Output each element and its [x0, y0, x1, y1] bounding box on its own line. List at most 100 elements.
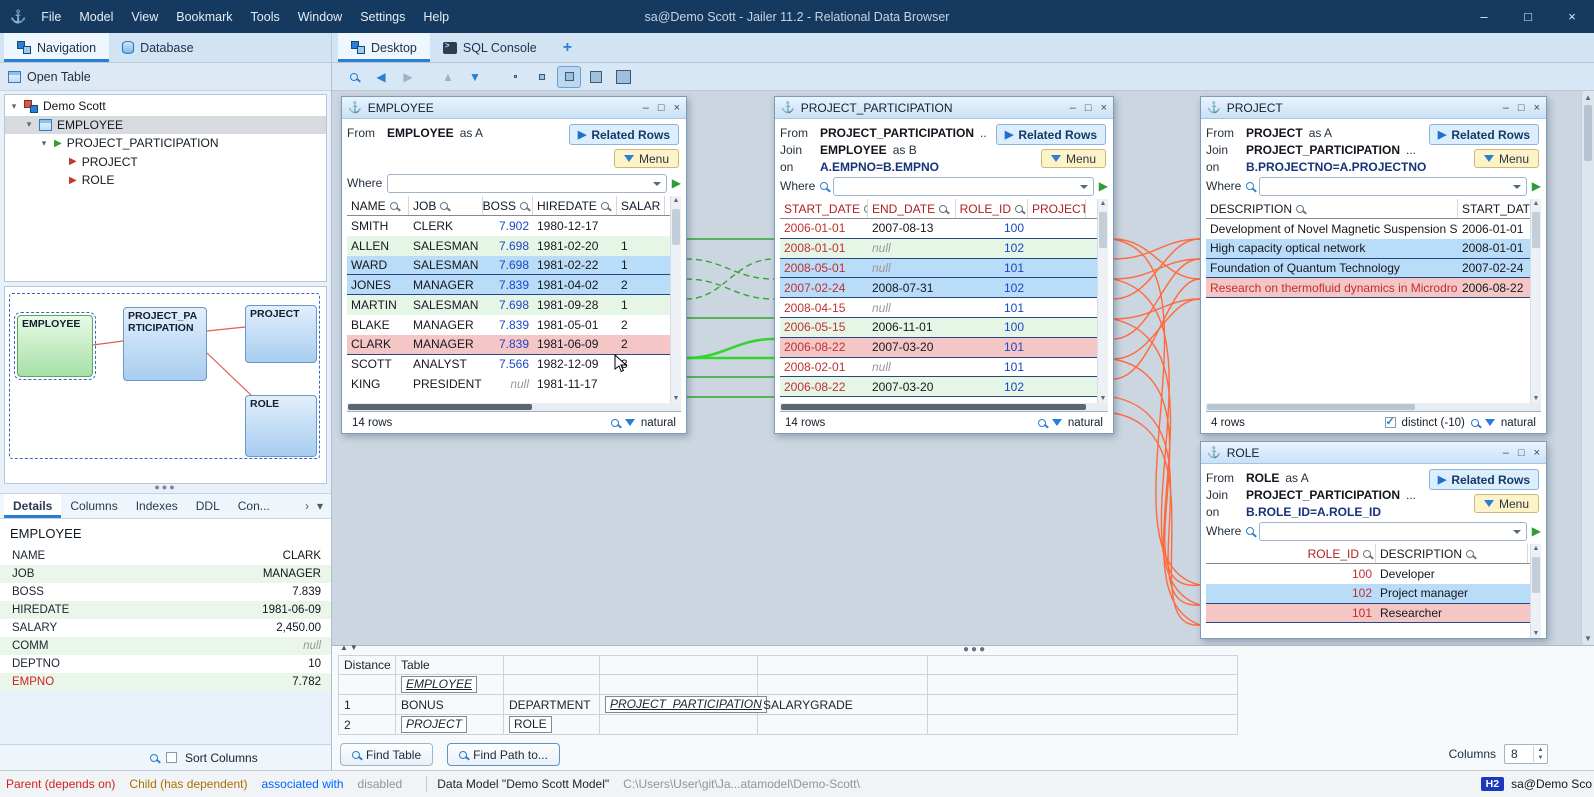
- table-row[interactable]: 2008-01-01null102: [780, 239, 1108, 259]
- closure-table-salarygrade[interactable]: SALARYGRADE: [763, 698, 853, 712]
- window-titlebar[interactable]: PROJECT_PARTICIPATION–□×: [775, 97, 1113, 119]
- back-button[interactable]: ◀: [369, 66, 393, 88]
- expander-icon[interactable]: ▾: [24, 119, 34, 130]
- tab-database[interactable]: Database: [109, 33, 207, 62]
- related-rows-button[interactable]: ▶Related Rows: [1429, 469, 1539, 490]
- where-condition-combo[interactable]: [1259, 177, 1526, 196]
- menu-button[interactable]: Menu: [1474, 494, 1539, 513]
- tab-overflow-more-icon[interactable]: ▾: [317, 499, 323, 513]
- run-icon[interactable]: ▶: [1532, 524, 1541, 538]
- close-button[interactable]: ×: [1101, 102, 1107, 114]
- column-header-hiredate[interactable]: HIREDATE: [533, 196, 617, 215]
- menu-file[interactable]: File: [32, 10, 70, 24]
- table-vertical-scrollbar[interactable]: ▲▼: [670, 196, 681, 403]
- menu-button[interactable]: Menu: [614, 149, 679, 168]
- layout-level-4-button[interactable]: [584, 66, 608, 88]
- closure-table-project[interactable]: PROJECT: [401, 716, 467, 733]
- table-row[interactable]: Research on thermofluid dynamics in Micr…: [1206, 278, 1541, 298]
- column-header-description[interactable]: DESCRIPTION: [1206, 199, 1458, 218]
- add-tab-button[interactable]: +: [550, 33, 585, 62]
- layout-level-5-button[interactable]: [611, 66, 635, 88]
- down-button[interactable]: ▼: [463, 66, 487, 88]
- menu-model[interactable]: Model: [70, 10, 122, 24]
- detail-tab-con[interactable]: Con...: [229, 494, 279, 518]
- menu-bookmark[interactable]: Bookmark: [167, 10, 241, 24]
- open-table-button[interactable]: Open Table: [8, 70, 91, 84]
- table-horizontal-scrollbar[interactable]: [347, 403, 681, 411]
- table-row[interactable]: 2007-02-242008-07-31102: [780, 278, 1108, 298]
- related-rows-button[interactable]: ▶Related Rows: [996, 124, 1106, 145]
- up-button[interactable]: ▲: [436, 66, 460, 88]
- table-row[interactable]: Development of Novel Magnetic Suspension…: [1206, 219, 1541, 239]
- table-vertical-scrollbar[interactable]: ▲▼: [1530, 199, 1541, 403]
- column-header-start-date[interactable]: START_DATE: [780, 199, 868, 218]
- menu-settings[interactable]: Settings: [351, 10, 414, 24]
- column-header-salar[interactable]: SALAR: [617, 196, 665, 215]
- table-vertical-scrollbar[interactable]: ▲▼: [1097, 199, 1108, 403]
- related-rows-button[interactable]: ▶Related Rows: [1429, 124, 1539, 145]
- find-table-button[interactable]: Find Table: [340, 743, 433, 766]
- minimize-button[interactable]: –: [1503, 102, 1509, 114]
- where-condition-combo[interactable]: [833, 177, 1093, 196]
- where-condition-combo[interactable]: [1259, 522, 1526, 541]
- close-button[interactable]: ×: [1550, 0, 1594, 33]
- search-icon[interactable]: [1471, 419, 1479, 427]
- run-icon[interactable]: ▶: [672, 176, 681, 190]
- distinct-checkbox[interactable]: [1385, 417, 1396, 428]
- menu-help[interactable]: Help: [414, 10, 458, 24]
- column-header-start-dat[interactable]: START_DAT: [1458, 199, 1536, 218]
- closure-table-employee[interactable]: EMPLOYEE: [401, 676, 477, 693]
- maximize-button[interactable]: □: [1518, 102, 1525, 114]
- detail-tab-details[interactable]: Details: [4, 494, 61, 518]
- minimize-button[interactable]: –: [1462, 0, 1506, 33]
- zoom-button[interactable]: [342, 66, 366, 88]
- table-horizontal-scrollbar[interactable]: [780, 403, 1108, 411]
- tab-overflow-next-icon[interactable]: ›: [305, 499, 309, 513]
- layout-level-2-button[interactable]: [530, 66, 554, 88]
- menu-button[interactable]: Menu: [1041, 149, 1106, 168]
- minimize-button[interactable]: –: [1503, 447, 1509, 459]
- table-row[interactable]: 2006-05-152006-11-01100: [780, 318, 1108, 338]
- diagram-node-project[interactable]: PROJECT: [245, 305, 317, 363]
- search-icon[interactable]: [1038, 419, 1046, 427]
- table-row[interactable]: 2008-05-01null101: [780, 259, 1108, 279]
- table-row[interactable]: 2008-04-15null101: [780, 298, 1108, 318]
- run-icon[interactable]: ▶: [1099, 179, 1108, 193]
- table-row[interactable]: 100Developer: [1206, 564, 1541, 584]
- close-button[interactable]: ×: [1534, 102, 1540, 114]
- table-row[interactable]: Foundation of Quantum Technology2007-02-…: [1206, 259, 1541, 279]
- column-header-name[interactable]: NAME: [347, 196, 409, 215]
- search-icon[interactable]: [611, 419, 619, 427]
- table-row[interactable]: CLARKMANAGER7.8391981-06-092: [347, 335, 681, 355]
- layout-level-1-button[interactable]: [503, 66, 527, 88]
- sort-columns-checkbox[interactable]: [166, 752, 177, 763]
- menu-tools[interactable]: Tools: [242, 10, 289, 24]
- maximize-button[interactable]: □: [1506, 0, 1550, 33]
- diagram-node-project-participation[interactable]: PROJECT_PARTICIPATION: [123, 307, 207, 381]
- splitter-handle[interactable]: ●●●: [0, 484, 331, 493]
- related-rows-button[interactable]: ▶Related Rows: [569, 124, 679, 145]
- splitter-handle[interactable]: ●●●: [963, 644, 987, 655]
- table-row[interactable]: ALLENSALESMAN7.6981981-02-201: [347, 236, 681, 256]
- closure-table-role[interactable]: ROLE: [509, 716, 552, 733]
- closure-table-department[interactable]: DEPARTMENT: [509, 698, 591, 712]
- column-header-description[interactable]: DESCRIPTION: [1376, 544, 1528, 563]
- detail-tab-columns[interactable]: Columns: [61, 494, 126, 518]
- table-row[interactable]: WARDSALESMAN7.6981981-02-221: [347, 256, 681, 276]
- column-header-projectn[interactable]: PROJECTN: [1028, 199, 1086, 218]
- tree-item-employee[interactable]: ▾EMPLOYEE: [5, 116, 326, 135]
- window-titlebar[interactable]: EMPLOYEE–□×: [342, 97, 686, 119]
- table-row[interactable]: SMITHCLERK7.9021980-12-17: [347, 216, 681, 236]
- tree-item-project[interactable]: PROJECT: [5, 153, 326, 172]
- table-row[interactable]: High capacity optical network2008-01-01: [1206, 239, 1541, 259]
- tree-item-project-participation[interactable]: ▾PROJECT_PARTICIPATION: [5, 134, 326, 153]
- minimize-button[interactable]: –: [1070, 102, 1076, 114]
- columns-spinner[interactable]: 8 ▲▼: [1504, 744, 1548, 764]
- table-row[interactable]: 2006-08-222007-03-20101: [780, 338, 1108, 358]
- table-row[interactable]: 2008-02-01null101: [780, 358, 1108, 378]
- table-row[interactable]: 102Project manager: [1206, 584, 1541, 604]
- window-titlebar[interactable]: ROLE–□×: [1201, 442, 1546, 464]
- detail-tab-indexes[interactable]: Indexes: [127, 494, 187, 518]
- table-horizontal-scrollbar[interactable]: [1206, 403, 1541, 411]
- column-header-role-id[interactable]: ROLE_ID: [956, 199, 1028, 218]
